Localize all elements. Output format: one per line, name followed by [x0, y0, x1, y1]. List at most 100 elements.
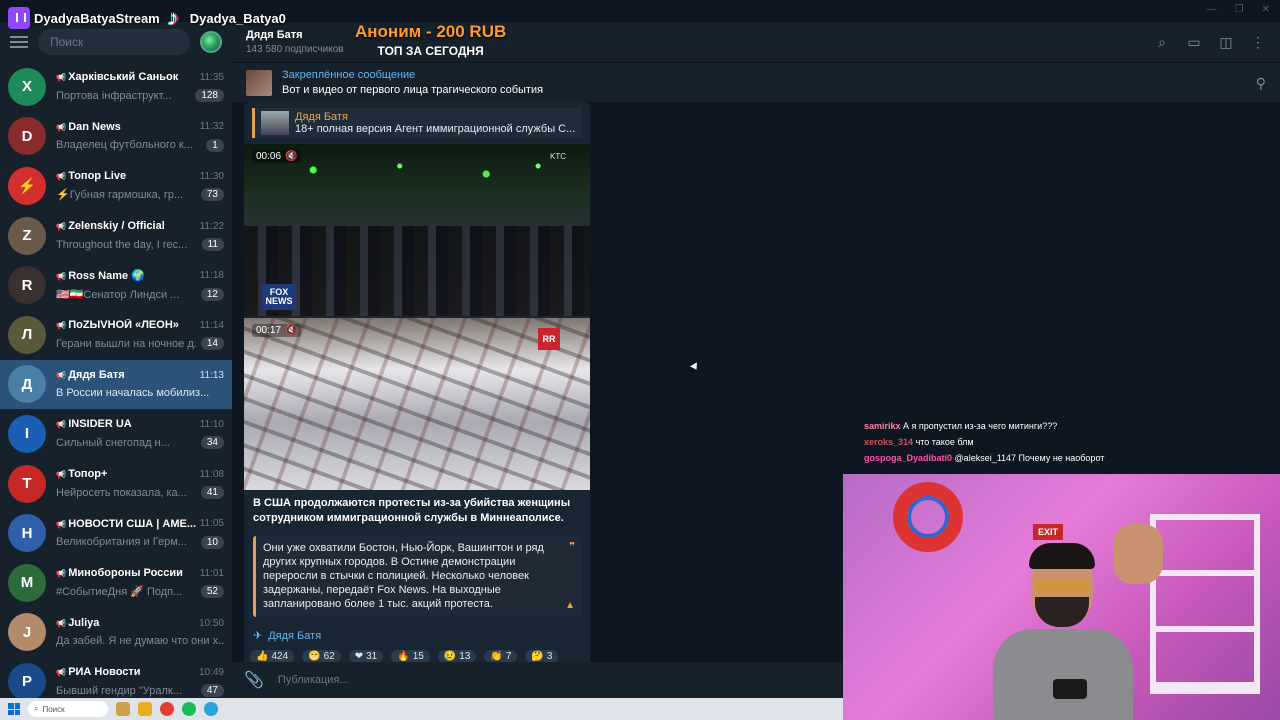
chat-avatar: ⚡: [8, 166, 46, 205]
reaction-count: 62: [323, 651, 335, 662]
attach-icon[interactable]: 📎: [244, 670, 264, 690]
chat-title: РИА Новости: [56, 666, 195, 678]
chat-time: 11:32: [199, 121, 224, 133]
windows-start-icon[interactable]: [8, 703, 20, 715]
chat-title: Zelenskiy / Official: [56, 220, 196, 232]
reaction-count: 15: [412, 651, 424, 662]
chat-preview: Портова інфраструкт...: [56, 89, 172, 102]
chat-avatar: I: [8, 414, 46, 453]
channel-watermark: KTC: [550, 152, 566, 161]
chat-item[interactable]: Х Харківський Саньок 11:35 Портова інфра…: [0, 62, 232, 112]
mute-icon[interactable]: 🔇: [285, 325, 297, 336]
avatar-initial: Х: [21, 78, 32, 96]
chat-title: Дядя Батя: [56, 369, 196, 381]
telegram-icon: ✈: [253, 630, 263, 642]
sidebar-toggle-icon[interactable]: ◫: [1218, 34, 1234, 50]
chat-item[interactable]: Л ПоZЫVНОЙ «ЛЕОН» 11:14 Герани вышли на …: [0, 310, 232, 360]
video-player-1[interactable]: 00:06 🔇 KTC FOX NEWS: [244, 144, 590, 316]
twitch-icon: [8, 7, 30, 29]
video-1-time-label: 00:06: [256, 151, 282, 162]
avatar-initial: Л: [21, 326, 33, 344]
reply-preview[interactable]: Дядя Батя 18+ полная версия Агент иммигр…: [252, 108, 582, 138]
stream-chat-message: xeroks_314 что такое блм: [864, 434, 1264, 450]
chat-time: 11:01: [199, 567, 224, 579]
reaction-emoji: 👍: [256, 651, 269, 662]
chat-avatar: D: [8, 117, 46, 156]
reaction-count: 3: [546, 651, 553, 662]
chat-item[interactable]: T Топор+ 11:08 Нейросеть показала, ка...…: [0, 459, 232, 509]
close-icon[interactable]: ✕: [1262, 4, 1270, 15]
avatar-initial: J: [22, 623, 32, 641]
avatar-initial: R: [21, 276, 33, 294]
chat-item[interactable]: J Juliya 10:50 Да забей. Я не думаю что …: [0, 608, 232, 658]
chat-item[interactable]: R Ross Name 🌍 11:18 🇺🇸🇮🇷Сенатор Линдси .…: [0, 260, 232, 310]
chat-message-text: что такое блм: [915, 437, 974, 447]
chat-preview: ⚡Губная гармошка, гр...: [56, 189, 184, 202]
chat-preview: В России началась мобилиз...: [56, 387, 210, 400]
chat-title: Минобороны России: [56, 567, 196, 579]
chat-list: Х Харківський Саньок 11:35 Портова інфра…: [0, 62, 232, 707]
pinned-message-bar[interactable]: Закреплённое сообщение Вот и видео от пе…: [232, 62, 1280, 102]
chat-item[interactable]: D Dan News 11:32 Владелец футбольного к.…: [0, 112, 232, 162]
window-controls: — ❐ ✕: [1207, 4, 1270, 15]
reaction-emoji: 👏: [490, 651, 503, 662]
chat-item[interactable]: ⚡ Топор Live 11:30 ⚡Губная гармошка, гр.…: [0, 161, 232, 211]
unread-badge: 1: [206, 138, 224, 152]
reaction-emoji: 🔥: [397, 651, 410, 662]
reaction-count: 7: [505, 651, 512, 662]
chat-time: 11:14: [199, 319, 224, 331]
chat-item[interactable]: Д Дядя Батя 11:13 В России началась моби…: [0, 359, 232, 410]
app-icon[interactable]: [182, 702, 196, 716]
unpin-icon[interactable]: ⚲: [1256, 75, 1266, 92]
chat-item[interactable]: I INSIDER UA 11:10 Сильный снегопад н...…: [0, 409, 232, 459]
chat-item[interactable]: М Минобороны России 11:01 #СобытиеДня 🚀 …: [0, 558, 232, 608]
video-1-time: 00:06 🔇: [252, 150, 302, 163]
mute-icon[interactable]: 🔇: [285, 151, 297, 162]
minimize-icon[interactable]: —: [1207, 4, 1217, 15]
taskbar-app-icon[interactable]: [116, 702, 130, 716]
telegram-taskbar-icon[interactable]: [204, 702, 218, 716]
reply-thumbnail: [261, 111, 289, 135]
quote-icon: ❞: [569, 541, 575, 553]
tiktok-icon: [168, 7, 186, 29]
collapse-icon[interactable]: ▲: [565, 599, 575, 613]
chat-item[interactable]: Н НОВОСТИ США | АМЕ... 11:05 Великобрита…: [0, 508, 232, 558]
chat-avatar: Р: [8, 662, 46, 701]
comments-icon[interactable]: ▭: [1186, 34, 1202, 50]
video-player-2[interactable]: 00:17 🔇 RR: [244, 318, 590, 490]
reaction-emoji: 😢: [443, 651, 457, 662]
chat-time: 11:05: [199, 518, 224, 530]
chat-preview: Бывший гендир "Уралк...: [56, 684, 182, 697]
tiktok-channel-name: Dyadya_Batya0: [189, 10, 286, 26]
taskbar-search[interactable]: ⌕ Поиск: [28, 701, 108, 717]
chat-avatar: R: [8, 266, 46, 305]
chat-preview: Throughout the day, I rec...: [56, 238, 188, 251]
reaction-count: 424: [271, 651, 289, 662]
search-icon[interactable]: ⌕: [1154, 34, 1170, 50]
streamer: [993, 543, 1133, 720]
avatar-initial: Z: [22, 227, 32, 245]
header-actions: ⌕ ▭ ◫ ⋮: [1154, 34, 1266, 50]
avatar-initial: Д: [21, 375, 33, 393]
chat-avatar: Z: [8, 216, 46, 255]
chat-title: Топор+: [56, 468, 196, 480]
unread-badge: 41: [200, 486, 224, 500]
folder-icon[interactable]: [138, 702, 152, 716]
taskbar-search-label: Поиск: [42, 704, 65, 714]
screen: DyadyaBatyaStream Dyadya_Batya0 Аноним -…: [0, 0, 1280, 720]
avatar-initial: Н: [21, 524, 33, 542]
chrome-icon[interactable]: [160, 702, 174, 716]
exit-sign: EXIT: [1033, 524, 1063, 540]
chat-item[interactable]: Z Zelenskiy / Official 11:22 Throughout …: [0, 211, 232, 261]
chat-time: 10:50: [198, 617, 224, 629]
more-options-icon[interactable]: ⋮: [1250, 34, 1266, 50]
chat-time: 11:08: [199, 468, 224, 480]
reaction-count: 13: [459, 651, 471, 662]
pinned-thumbnail: [246, 69, 272, 96]
menu-icon[interactable]: [10, 36, 28, 48]
chat-username: gospoga_Dyadibati0: [864, 453, 953, 463]
twitch-channel-name: DyadyaBatyaStream: [34, 10, 160, 26]
channel-post: Дядя Батя 18+ полная версия Агент иммигр…: [244, 102, 590, 667]
maximize-icon[interactable]: ❐: [1235, 4, 1244, 15]
composer-input[interactable]: Публикация...: [278, 674, 349, 686]
